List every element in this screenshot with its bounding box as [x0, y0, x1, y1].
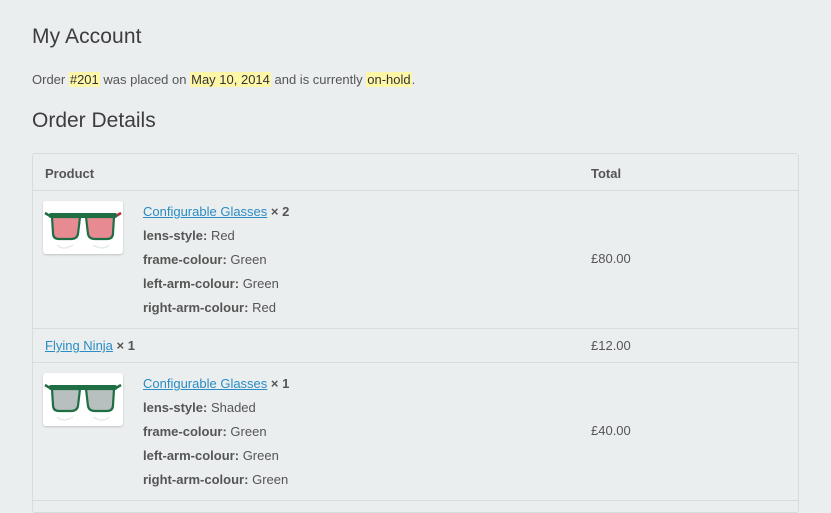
page-title: My Account — [32, 25, 142, 48]
status-mid: was placed on — [99, 72, 191, 87]
line-total: £80.00 — [591, 251, 631, 266]
meta-value: Green — [242, 276, 279, 291]
meta-key: frame-colour: — [143, 252, 227, 267]
table-row: Configurable Glasses × 2 lens-style: Red… — [33, 191, 798, 329]
meta-key: lens-style: — [143, 228, 208, 243]
status-prefix: Order — [32, 72, 69, 87]
meta-key: left-arm-colour: — [143, 276, 240, 291]
meta-value: Green — [230, 424, 267, 439]
meta-line: right-arm-colour: Red — [143, 296, 289, 320]
product-link[interactable]: Configurable Glasses — [143, 376, 267, 391]
total-column-header: Total — [591, 166, 622, 181]
glasses-icon — [44, 211, 122, 249]
status-suffix: . — [411, 72, 416, 87]
product-thumbnail[interactable] — [43, 201, 123, 254]
meta-value: Green — [252, 472, 289, 487]
meta-line: lens-style: Shaded — [143, 396, 289, 420]
meta-value: Green — [230, 252, 267, 267]
product-thumbnail[interactable] — [43, 373, 123, 426]
order-details-table: Product Total Configurable Glasses × 2 l… — [32, 153, 799, 513]
order-details-title: Order Details — [32, 109, 156, 132]
meta-value: Red — [252, 300, 276, 315]
order-number: #201 — [68, 72, 100, 87]
line-total: £12.00 — [591, 338, 631, 353]
product-name-line: Flying Ninja × 1 — [45, 334, 135, 358]
order-status-line: Order #201 was placed on May 10, 2014 an… — [32, 72, 415, 87]
table-row: Flying Ninja × 1 £12.00 — [33, 329, 798, 363]
table-header-row: Product Total — [33, 154, 798, 191]
order-state: on-hold — [366, 72, 412, 87]
status-mid2: and is currently — [270, 72, 367, 87]
order-date: May 10, 2014 — [190, 72, 271, 87]
product-link[interactable]: Flying Ninja — [45, 338, 113, 353]
meta-value: Red — [210, 228, 235, 243]
my-account-page: My Account Order #201 was placed on May … — [0, 0, 831, 513]
product-name-line: Configurable Glasses × 2 — [143, 200, 289, 224]
meta-value: Green — [242, 448, 279, 463]
glasses-icon — [44, 383, 122, 421]
product-link[interactable]: Configurable Glasses — [143, 204, 267, 219]
meta-line: left-arm-colour: Green — [143, 444, 289, 468]
meta-key: frame-colour: — [143, 424, 227, 439]
product-info: Flying Ninja × 1 — [45, 334, 135, 358]
product-quantity: × 1 — [116, 338, 135, 353]
meta-value: Shaded — [210, 400, 256, 415]
meta-line: lens-style: Red — [143, 224, 289, 248]
product-info: Configurable Glasses × 1 lens-style: Sha… — [143, 372, 289, 492]
line-total: £40.00 — [591, 423, 631, 438]
product-column-header: Product — [45, 166, 95, 181]
product-quantity: × 1 — [270, 376, 290, 391]
meta-line: left-arm-colour: Green — [143, 272, 289, 296]
meta-line: frame-colour: Green — [143, 420, 289, 444]
meta-line: frame-colour: Green — [143, 248, 289, 272]
meta-key: right-arm-colour: — [143, 300, 249, 315]
meta-key: lens-style: — [143, 400, 208, 415]
table-row: Configurable Glasses × 1 lens-style: Sha… — [33, 363, 798, 501]
meta-key: right-arm-colour: — [143, 472, 249, 487]
meta-line: right-arm-colour: Green — [143, 468, 289, 492]
meta-key: left-arm-colour: — [143, 448, 240, 463]
product-quantity: × 2 — [270, 204, 290, 219]
product-name-line: Configurable Glasses × 1 — [143, 372, 289, 396]
product-info: Configurable Glasses × 2 lens-style: Red… — [143, 200, 289, 320]
